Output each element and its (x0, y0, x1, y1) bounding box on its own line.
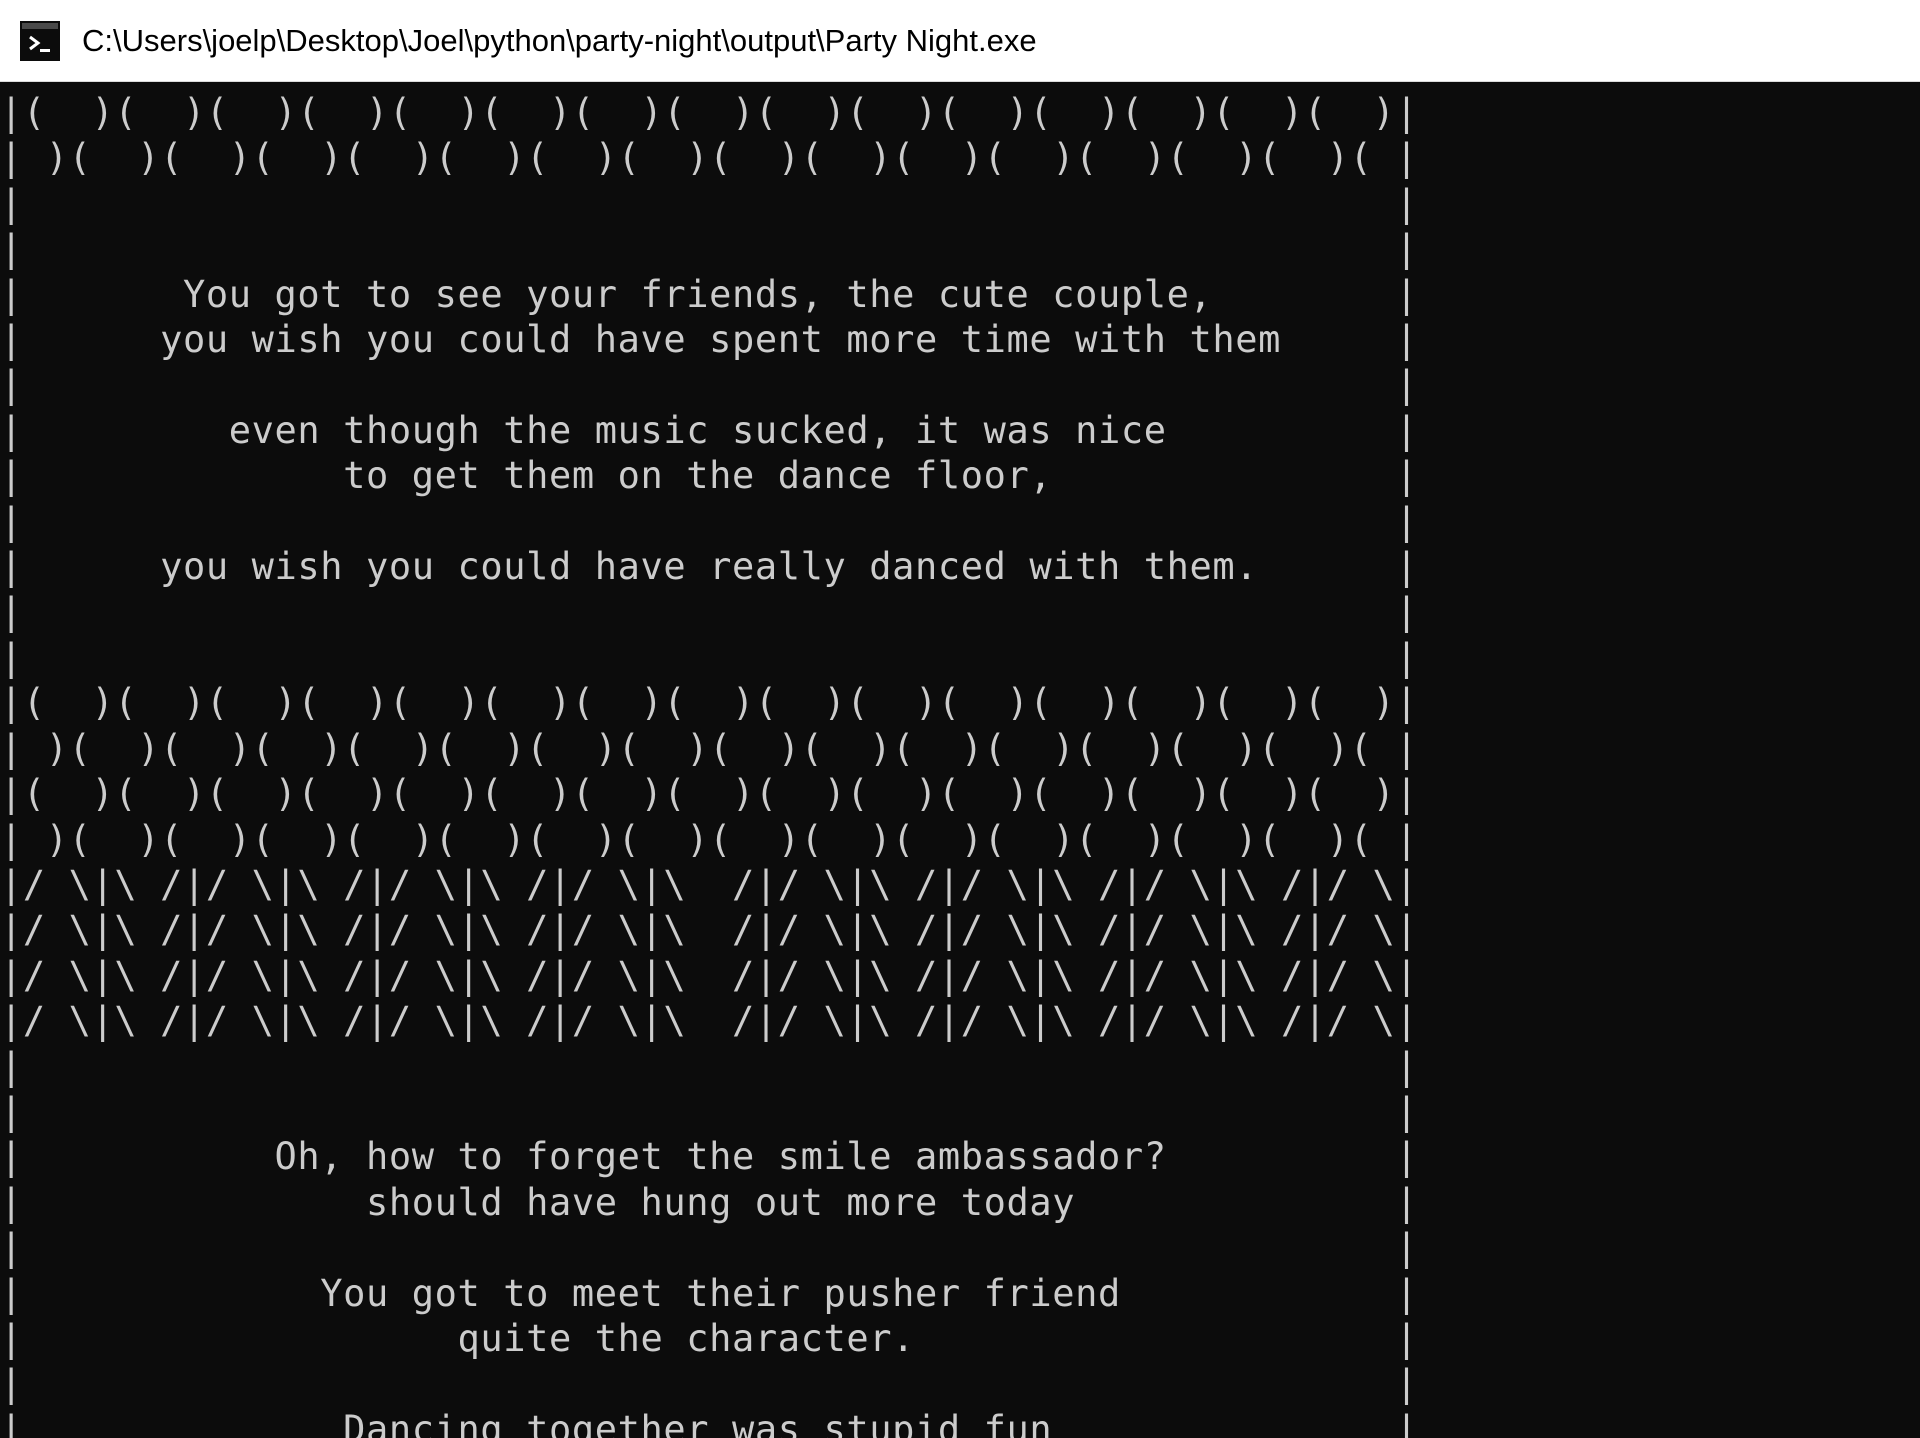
console-line: | | (0, 1226, 1419, 1270)
console-line: | Oh, how to forget the smile ambassador… (0, 1135, 1419, 1179)
console-line: | should have hung out more today | (0, 1180, 1419, 1224)
console-line: | You got to meet their pusher friend | (0, 1271, 1419, 1315)
console-line: | | (0, 590, 1419, 634)
console-line: | Dancing together was stupid fun | (0, 1407, 1419, 1438)
console-text: |( )( )( )( )( )( )( )( )( )( )( )( )( )… (0, 90, 1418, 1438)
console-window: C:\Users\joelp\Desktop\Joel\python\party… (0, 0, 1920, 1438)
console-line: | )( )( )( )( )( )( )( )( )( )( )( )( )(… (0, 136, 1419, 180)
console-line: | | (0, 1089, 1419, 1133)
console-line: | you wish you could have really danced … (0, 545, 1419, 589)
console-line: | | (0, 363, 1419, 407)
console-line: |/ \|\ /|/ \|\ /|/ \|\ /|/ \|\ /|/ \|\ /… (0, 908, 1419, 952)
console-line: | you wish you could have spent more tim… (0, 318, 1419, 362)
console-line: |( )( )( )( )( )( )( )( )( )( )( )( )( )… (0, 772, 1419, 816)
console-line: | | (0, 227, 1419, 271)
console-line: |/ \|\ /|/ \|\ /|/ \|\ /|/ \|\ /|/ \|\ /… (0, 862, 1419, 906)
console-line: |/ \|\ /|/ \|\ /|/ \|\ /|/ \|\ /|/ \|\ /… (0, 999, 1419, 1043)
window-title: C:\Users\joelp\Desktop\Joel\python\party… (82, 22, 1037, 58)
console-line: | quite the character. | (0, 1316, 1419, 1360)
console-line: | | (0, 181, 1419, 225)
console-line: | to get them on the dance floor, | (0, 454, 1419, 498)
console-app-icon (20, 20, 60, 61)
console-line: |( )( )( )( )( )( )( )( )( )( )( )( )( )… (0, 681, 1419, 725)
console-line: | | (0, 1044, 1419, 1088)
console-line: | )( )( )( )( )( )( )( )( )( )( )( )( )(… (0, 817, 1419, 861)
console-line: | even though the music sucked, it was n… (0, 408, 1419, 452)
console-line: | | (0, 1362, 1419, 1406)
console-line: | | (0, 499, 1419, 543)
console-line: |/ \|\ /|/ \|\ /|/ \|\ /|/ \|\ /|/ \|\ /… (0, 953, 1419, 997)
title-bar[interactable]: C:\Users\joelp\Desktop\Joel\python\party… (0, 0, 1920, 82)
console-output-area[interactable]: |( )( )( )( )( )( )( )( )( )( )( )( )( )… (0, 82, 1920, 1438)
console-line: | )( )( )( )( )( )( )( )( )( )( )( )( )(… (0, 726, 1419, 770)
console-line: | You got to see your friends, the cute … (0, 272, 1419, 316)
console-line: |( )( )( )( )( )( )( )( )( )( )( )( )( )… (0, 91, 1419, 134)
console-line: | | (0, 635, 1419, 679)
